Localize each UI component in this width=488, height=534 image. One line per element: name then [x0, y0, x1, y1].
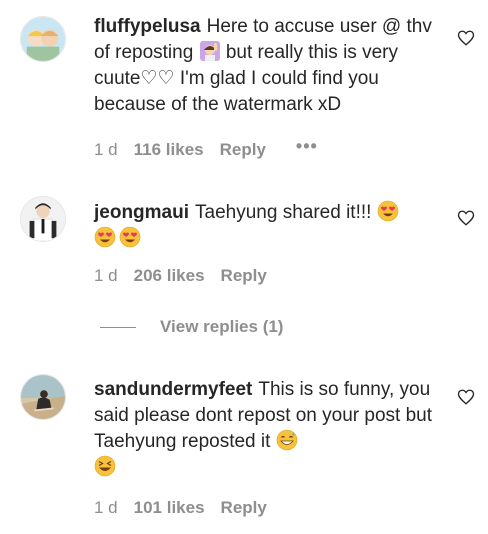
- avatar[interactable]: [20, 374, 66, 420]
- likes-count[interactable]: 101 likes: [134, 498, 205, 518]
- like-heart-icon[interactable]: [457, 388, 475, 406]
- comment-meta: 1 d 116 likes Reply •••: [94, 136, 318, 160]
- reply-button[interactable]: Reply: [220, 140, 266, 160]
- username[interactable]: sandundermyfeet: [94, 379, 252, 400]
- grinning-sweat-emoji-icon: [276, 429, 298, 451]
- avatar[interactable]: [20, 196, 66, 242]
- comment-time: 1 d: [94, 139, 118, 159]
- comment-text: jeongmaui Taehyung shared it!!!: [94, 200, 439, 252]
- comment-text: sandundermyfeet This is so funny, you sai…: [94, 377, 439, 481]
- comment-body: Taehyung shared it!!!: [195, 202, 372, 223]
- more-options-icon[interactable]: •••: [296, 136, 318, 157]
- comment-time: 1 d: [94, 266, 118, 285]
- likes-count[interactable]: 116 likes: [134, 140, 204, 160]
- comment-text: fluffypelusa Here to accuse user @ thv of…: [94, 14, 439, 118]
- avatar[interactable]: [20, 16, 66, 62]
- likes-count[interactable]: 206 likes: [134, 266, 205, 286]
- heart-eyes-emoji-icon: [119, 226, 141, 248]
- replies-divider-line: [100, 326, 136, 328]
- comment-meta: 1 d 206 likes Reply: [94, 266, 267, 286]
- view-replies-button[interactable]: View replies (1): [100, 317, 283, 337]
- heart-eyes-emoji-icon: [94, 226, 116, 248]
- raising-hand-emoji-icon: [199, 40, 221, 62]
- view-replies-label[interactable]: View replies (1): [160, 317, 283, 337]
- comment-time: 1 d: [94, 498, 118, 517]
- avatar-image: [21, 17, 65, 61]
- avatar-image: [21, 375, 65, 419]
- like-heart-icon[interactable]: [457, 29, 475, 47]
- like-heart-icon[interactable]: [457, 209, 475, 227]
- comment-meta: 1 d 101 likes Reply: [94, 498, 267, 518]
- heart-eyes-emoji-icon: [377, 200, 399, 222]
- laughing-squint-emoji-icon: [94, 455, 116, 477]
- reply-button[interactable]: Reply: [221, 498, 267, 518]
- reply-button[interactable]: Reply: [221, 266, 267, 286]
- username[interactable]: fluffypelusa: [94, 16, 201, 37]
- avatar-image: [21, 197, 65, 241]
- username[interactable]: jeongmaui: [94, 202, 189, 223]
